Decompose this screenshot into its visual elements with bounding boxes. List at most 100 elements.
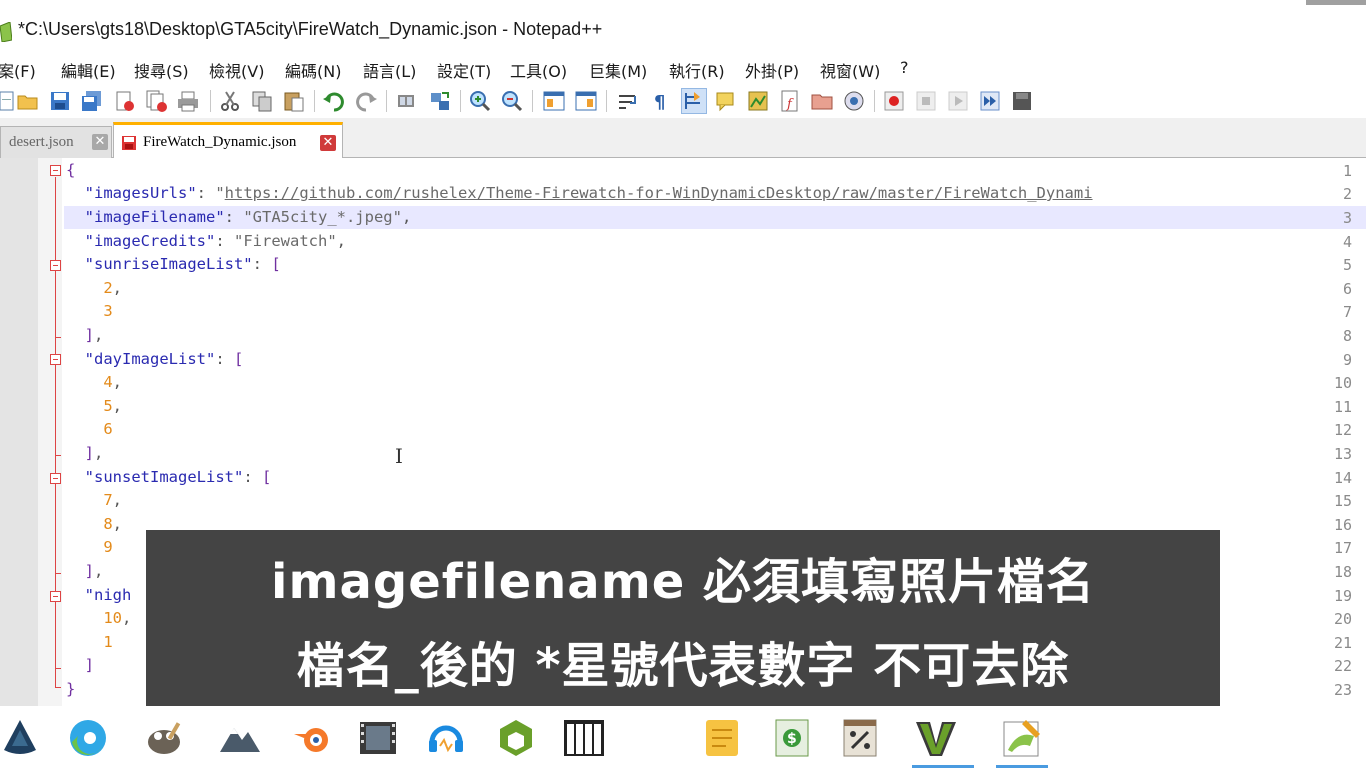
mountain-app-icon[interactable] xyxy=(218,716,262,760)
url-link[interactable]: https://github.com/rushelex/Theme-Firewa… xyxy=(225,184,1093,202)
user-language-icon[interactable] xyxy=(714,89,738,113)
close-icon[interactable]: ✕ xyxy=(92,134,108,150)
zoom-in-icon[interactable] xyxy=(468,89,492,113)
menu-language[interactable]: 語言(L) xyxy=(363,58,416,82)
notepadpp-icon[interactable] xyxy=(1000,716,1044,760)
code-line-2: "imagesUrls": "https://github.com/rushel… xyxy=(84,184,1093,202)
line-number: 11 xyxy=(1333,398,1352,416)
notepadpp-app-icon xyxy=(0,22,12,42)
tab-firewatch-dynamic-json[interactable]: FireWatch_Dynamic.json ✕ xyxy=(113,122,343,158)
fold-toggle-icon[interactable] xyxy=(50,591,61,602)
open-file-icon[interactable] xyxy=(16,89,40,113)
sync-vertical-icon[interactable] xyxy=(542,89,566,113)
replace-icon[interactable] xyxy=(428,89,452,113)
line-number: 8 xyxy=(1342,327,1352,345)
undo-icon[interactable] xyxy=(322,89,346,113)
print-icon[interactable] xyxy=(176,89,200,113)
paste-icon[interactable] xyxy=(282,89,306,113)
fold-toggle-icon[interactable] xyxy=(50,473,61,484)
fold-toggle-icon[interactable] xyxy=(50,260,61,271)
play-macro-icon[interactable] xyxy=(946,89,970,113)
stop-macro-icon[interactable] xyxy=(914,89,938,113)
copy-icon[interactable] xyxy=(250,89,274,113)
cut-icon[interactable] xyxy=(218,89,242,113)
indent-guide-icon[interactable] xyxy=(681,88,707,114)
toolbar-separator xyxy=(460,90,461,112)
run-macro-multiple-icon[interactable] xyxy=(978,89,1002,113)
save-macro-icon[interactable] xyxy=(1010,89,1034,113)
gta-v-icon[interactable] xyxy=(914,716,958,760)
code-line-7: 3 xyxy=(103,302,113,320)
close-icon[interactable] xyxy=(112,89,136,113)
taskbar: $ xyxy=(0,706,1366,768)
line-number: 19 xyxy=(1333,587,1352,605)
menu-macro[interactable]: 巨集(M) xyxy=(589,58,647,82)
menu-tools[interactable]: 工具(O) xyxy=(510,58,567,82)
function-list-icon[interactable]: f xyxy=(778,89,802,113)
blender-icon[interactable] xyxy=(290,716,334,760)
menu-window[interactable]: 視窗(W) xyxy=(820,58,880,82)
edge-icon[interactable] xyxy=(66,716,110,760)
fold-guide xyxy=(55,177,56,687)
menu-edit[interactable]: 編輯(E) xyxy=(61,58,116,82)
menu-view[interactable]: 檢視(V) xyxy=(209,58,264,82)
piano-icon[interactable] xyxy=(562,716,606,760)
code-line-6: 2, xyxy=(103,279,123,297)
video-editor-icon[interactable] xyxy=(356,716,400,760)
zoom-out-icon[interactable] xyxy=(500,89,524,113)
doc-map-icon[interactable] xyxy=(746,89,770,113)
line-number: 1 xyxy=(1342,162,1352,180)
line-number: 9 xyxy=(1342,351,1352,369)
code-line-5: "sunriseImageList": [ xyxy=(84,255,281,273)
svg-text:¶: ¶ xyxy=(654,92,665,113)
money-app-icon[interactable]: $ xyxy=(770,716,814,760)
fold-end xyxy=(55,455,61,456)
menu-plugins[interactable]: 外掛(P) xyxy=(745,58,799,82)
close-all-icon[interactable] xyxy=(144,89,168,113)
menu-help[interactable]: ? xyxy=(900,58,909,77)
fold-toggle-icon[interactable] xyxy=(50,165,61,176)
menu-run[interactable]: 執行(R) xyxy=(669,58,725,82)
gimp-icon[interactable] xyxy=(142,716,186,760)
menu-file[interactable]: 案(F) xyxy=(0,58,36,82)
code-line-20: 10, xyxy=(103,609,132,627)
record-macro-icon[interactable] xyxy=(882,89,906,113)
save-icon[interactable] xyxy=(48,89,72,113)
subtitle-line-2: 檔名_後的 *星號代表數字 不可去除 xyxy=(296,638,1070,694)
code-line-16: 8, xyxy=(103,515,123,533)
inkscape-icon[interactable] xyxy=(0,716,42,760)
line-number: 12 xyxy=(1333,421,1352,439)
save-all-icon[interactable] xyxy=(80,89,104,113)
unsaved-file-icon xyxy=(122,136,136,150)
close-icon[interactable]: ✕ xyxy=(320,135,336,151)
line-number: 15 xyxy=(1333,492,1352,510)
code-line-1: { xyxy=(66,161,76,179)
code-line-9: "dayImageList": [ xyxy=(84,350,244,368)
find-icon[interactable] xyxy=(394,89,418,113)
menu-encoding[interactable]: 編碼(N) xyxy=(285,58,341,82)
code-line-19: "nigh xyxy=(84,586,132,604)
show-all-chars-icon[interactable]: ¶ xyxy=(648,89,672,113)
code-line-22: ] xyxy=(84,656,95,674)
tab-desert-json[interactable]: desert.json ✕ xyxy=(0,126,112,158)
redo-icon[interactable] xyxy=(354,89,378,113)
word-wrap-icon[interactable] xyxy=(616,89,640,113)
menu-search[interactable]: 搜尋(S) xyxy=(134,58,189,82)
fold-margin[interactable] xyxy=(38,158,62,706)
audio-icon[interactable] xyxy=(424,716,468,760)
calculator-icon[interactable] xyxy=(838,716,882,760)
toolbar-separator xyxy=(314,90,315,112)
notes-icon[interactable] xyxy=(700,716,744,760)
fold-toggle-icon[interactable] xyxy=(50,354,61,365)
sync-horizontal-icon[interactable] xyxy=(574,89,598,113)
menu-settings[interactable]: 設定(T) xyxy=(437,58,491,82)
monitor-icon[interactable] xyxy=(842,89,866,113)
video-subtitle: imagefilename 必須填寫照片檔名 檔名_後的 *星號代表數字 不可去… xyxy=(146,530,1220,708)
folder-workspace-icon[interactable] xyxy=(810,89,834,113)
line-number: 5 xyxy=(1342,256,1352,274)
line-number: 21 xyxy=(1333,634,1352,652)
window-controls-strip[interactable] xyxy=(1306,0,1366,5)
fold-end xyxy=(55,573,61,574)
fold-end xyxy=(55,337,61,338)
app-cube-icon[interactable] xyxy=(494,716,538,760)
